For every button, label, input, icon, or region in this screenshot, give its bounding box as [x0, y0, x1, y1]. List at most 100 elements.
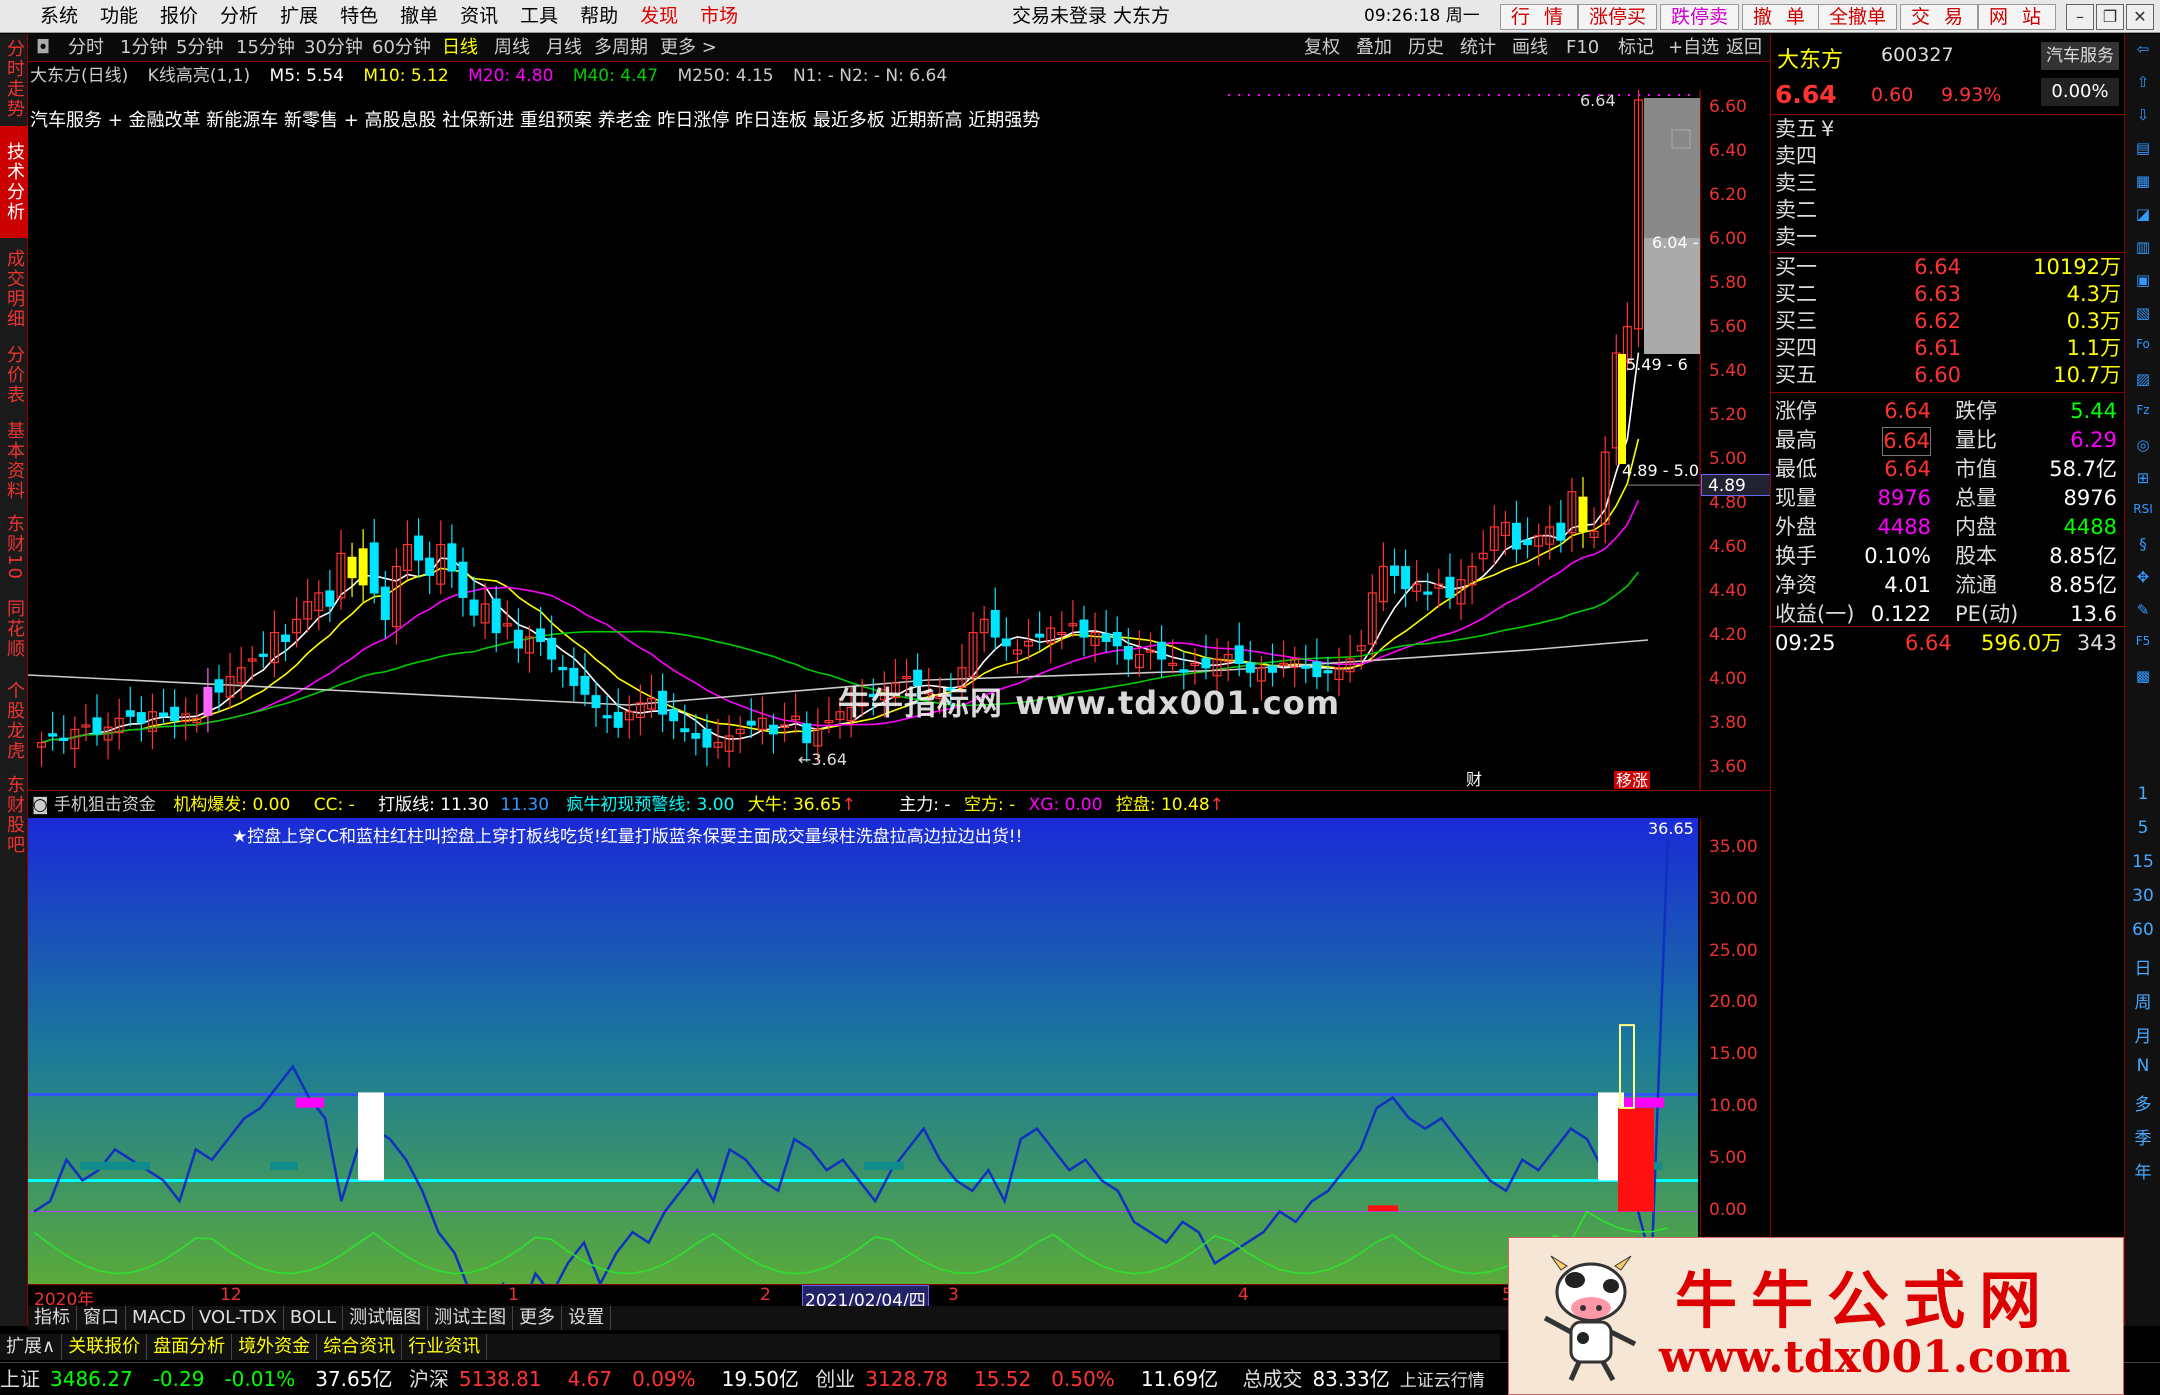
money-icon[interactable]: §	[2131, 535, 2155, 557]
bottom-tab[interactable]: VOL-TDX	[193, 1306, 284, 1330]
up-icon[interactable]: ⇧	[2131, 73, 2155, 95]
board-icon[interactable]: ▨	[2131, 370, 2155, 392]
buy2-row[interactable]: 买二 6.63 4.3万	[1775, 281, 2121, 308]
minimize-icon[interactable]: –	[2066, 4, 2094, 30]
kline-icon[interactable]: ▥	[2131, 238, 2155, 260]
period-shortcut[interactable]: 周	[2131, 988, 2155, 1013]
down-icon[interactable]: ⇩	[2131, 106, 2155, 128]
news-icon[interactable]: ▧	[2131, 304, 2155, 326]
menu-item[interactable]: 报价	[160, 0, 198, 33]
industry-badge[interactable]: 汽车服务	[2041, 42, 2119, 70]
tool-button[interactable]: 画线	[1512, 34, 1548, 62]
period-tab[interactable]: 5分钟	[176, 34, 223, 62]
website-button[interactable]: 网 站	[1978, 4, 2057, 30]
grid-icon[interactable]: ▦	[2131, 172, 2155, 194]
kline-highlight-label[interactable]: K线高亮(1,1)	[148, 66, 250, 86]
period-tab[interactable]: 15分钟	[236, 34, 295, 62]
tool-button[interactable]: +自选	[1668, 34, 1719, 62]
tool-button[interactable]: F10	[1566, 34, 1599, 62]
f10-icon[interactable]: Fo	[2131, 337, 2155, 359]
close-icon[interactable]: ✕	[2126, 4, 2154, 30]
tab-intraday[interactable]: 分时走势	[0, 36, 28, 122]
buy4-row[interactable]: 买四 6.61 1.1万	[1775, 335, 2121, 362]
cancel-order-button[interactable]: 撤 单	[1742, 4, 1821, 30]
layout-icon[interactable]: ▩	[2131, 667, 2155, 689]
period-tab[interactable]: 1分钟	[120, 34, 167, 62]
menu-item[interactable]: 撤单	[400, 0, 438, 33]
indicator-name[interactable]: 手机狙击资金	[54, 795, 156, 815]
indicator-toggle-icon[interactable]: ◙	[32, 795, 49, 815]
sell4-row[interactable]: 卖四	[1775, 143, 2121, 170]
back-icon[interactable]: ⇦	[2131, 40, 2155, 62]
bottom-tab[interactable]: 指标	[28, 1306, 77, 1330]
bottom-tab[interactable]: BOLL	[284, 1306, 344, 1330]
buy5-row[interactable]: 买五 6.60 10.7万	[1775, 362, 2121, 389]
rsi-icon[interactable]: RSI	[2131, 502, 2155, 524]
move-icon[interactable]: ✥	[2131, 568, 2155, 590]
ext-tab[interactable]: 盘面分析	[147, 1334, 233, 1360]
tab-price-table[interactable]: 分价表	[0, 340, 28, 410]
ext-tab[interactable]: 境外资金	[232, 1334, 318, 1360]
cancel-all-button[interactable]: 全撤单	[1818, 4, 1898, 30]
period-shortcut[interactable]: 5	[2131, 818, 2155, 840]
bottom-tab[interactable]: 测试幅图	[343, 1306, 429, 1330]
tool-button[interactable]: 历史	[1408, 34, 1444, 62]
period-shortcut[interactable]: 60	[2131, 920, 2155, 942]
menu-item[interactable]: 扩展	[280, 0, 318, 33]
ad-banner[interactable]: 牛牛公式网 www.tdx001.com	[1508, 1237, 2124, 1395]
fz-icon[interactable]: Fz	[2131, 403, 2155, 425]
restore-icon[interactable]: ❐	[2096, 4, 2124, 30]
period-shortcut[interactable]: 1	[2131, 784, 2155, 806]
list-icon[interactable]: ▤	[2131, 139, 2155, 161]
period-shortcut[interactable]: N	[2131, 1056, 2155, 1078]
tab-forum[interactable]: 东财股吧	[0, 770, 28, 860]
tool-button[interactable]: 叠加	[1356, 34, 1392, 62]
tool-button[interactable]: 复权	[1304, 34, 1340, 62]
ext-tab[interactable]: 行业资讯	[402, 1334, 488, 1360]
quote-button[interactable]: 行 情	[1500, 4, 1579, 30]
period-shortcut[interactable]: 30	[2131, 886, 2155, 908]
menu-item[interactable]: 帮助	[580, 0, 618, 33]
period-tab-more[interactable]: 更多 >	[660, 34, 717, 62]
panel-toggle-icon[interactable]: ◘	[36, 34, 50, 62]
period-tab[interactable]: 30分钟	[304, 34, 363, 62]
tab-fundamentals[interactable]: 基本资料	[0, 416, 28, 506]
draw-icon[interactable]: ✎	[2131, 601, 2155, 623]
bottom-tab[interactable]: 窗口	[77, 1306, 126, 1330]
period-shortcut[interactable]: 15	[2131, 852, 2155, 874]
limit-up-buy-button[interactable]: 涨停买	[1578, 4, 1658, 30]
menu-item-market[interactable]: 市场	[700, 0, 738, 33]
period-tab[interactable]: 周线	[494, 34, 530, 62]
sell1-row[interactable]: 卖一	[1775, 224, 2121, 251]
period-tab[interactable]: 分时	[68, 34, 104, 62]
cloud-label[interactable]: 上证云行情	[1400, 1371, 1485, 1391]
sell5-row[interactable]: 卖五 ¥	[1775, 116, 2121, 143]
period-shortcut[interactable]: 年	[2131, 1158, 2155, 1183]
sell3-row[interactable]: 卖三	[1775, 170, 2121, 197]
period-shortcut[interactable]: 日	[2131, 954, 2155, 979]
period-shortcut[interactable]: 月	[2131, 1022, 2155, 1047]
menu-item[interactable]: 分析	[220, 0, 258, 33]
quote-icon[interactable]: ▣	[2131, 271, 2155, 293]
period-tab[interactable]: 多周期	[594, 34, 648, 62]
tool-button[interactable]: 统计	[1460, 34, 1496, 62]
menu-item[interactable]: 系统	[40, 0, 78, 33]
limit-down-sell-button[interactable]: 跌停卖	[1660, 4, 1740, 30]
period-tab[interactable]: 60分钟	[372, 34, 431, 62]
menu-item-discover[interactable]: 发现	[640, 0, 678, 33]
bottom-tab[interactable]: 测试主图	[428, 1306, 514, 1330]
tab-ths[interactable]: 同花顺10	[0, 586, 28, 672]
period-tab-daily[interactable]: 日线	[442, 34, 478, 62]
menu-item[interactable]: 功能	[100, 0, 138, 33]
ext-tab[interactable]: 关联报价	[62, 1334, 148, 1360]
tool-button[interactable]: 返回	[1726, 34, 1762, 62]
period-shortcut[interactable]: 多	[2131, 1090, 2155, 1115]
menu-item[interactable]: 资讯	[460, 0, 498, 33]
tab-technical[interactable]: 技术分析	[0, 126, 28, 238]
tick-row[interactable]: 09:25 6.64 596.0万 343	[1775, 630, 2121, 657]
f5-icon[interactable]: F5	[2131, 634, 2155, 656]
bottom-tab[interactable]: 更多	[513, 1306, 563, 1330]
bottom-tab[interactable]: MACD	[126, 1306, 193, 1330]
menu-item[interactable]: 工具	[520, 0, 558, 33]
indicator-chart[interactable]: 36.65	[28, 818, 1698, 1284]
